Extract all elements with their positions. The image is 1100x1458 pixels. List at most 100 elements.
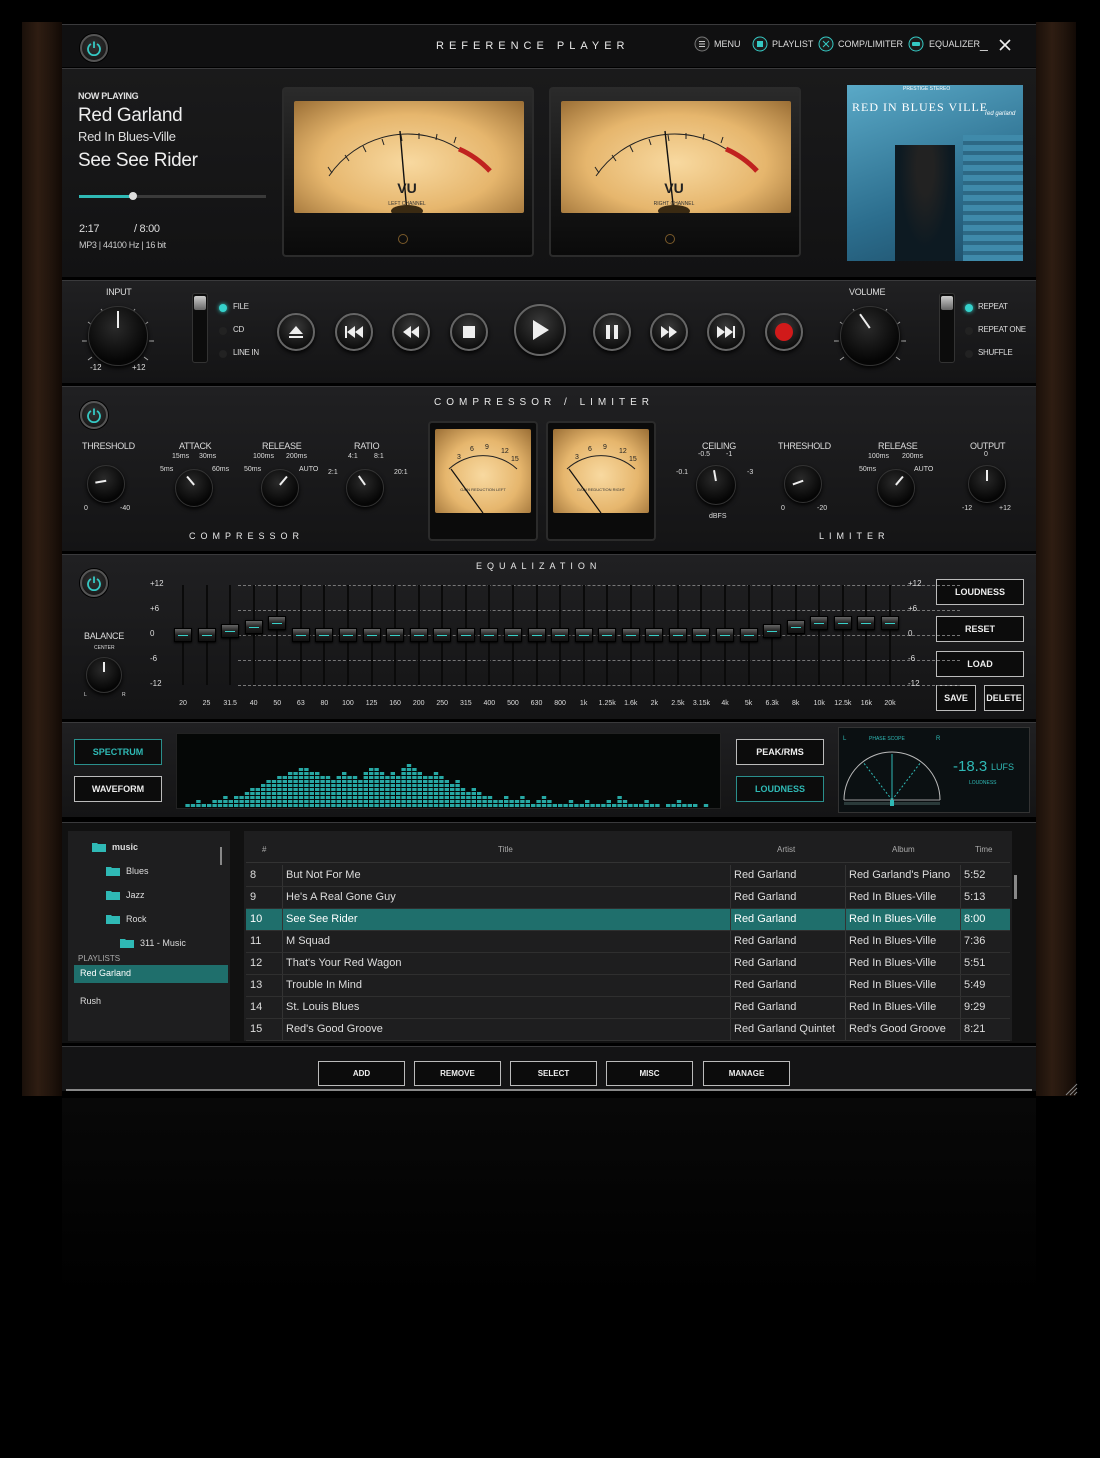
eq-band-slider[interactable]	[174, 628, 192, 642]
loudness-meter-button[interactable]: LOUDNESS	[736, 776, 824, 802]
eq-band-slider[interactable]	[810, 615, 829, 630]
eq-band-slider[interactable]	[763, 623, 782, 638]
eq-band-slider[interactable]	[574, 628, 593, 642]
eq-band-slider[interactable]	[503, 628, 522, 642]
eq-power-button[interactable]	[80, 569, 108, 597]
table-row[interactable]: 8 But Not For Me Red Garland Red Garland's …	[246, 865, 1010, 887]
eq-band-slider[interactable]	[833, 615, 852, 630]
comp-limiter-link[interactable]: COMP/LIMITER	[818, 36, 903, 52]
close-button[interactable]	[999, 38, 1011, 56]
eq-band-slider[interactable]	[786, 619, 805, 634]
rewind-button[interactable]	[392, 313, 430, 351]
folder-311-music[interactable]: 311 - Music	[120, 938, 186, 948]
waveform-button[interactable]: WAVEFORM	[74, 776, 162, 802]
eq-band-slider[interactable]	[315, 628, 334, 642]
input-knob[interactable]	[88, 306, 148, 366]
add-button[interactable]: ADD	[318, 1061, 405, 1086]
eject-button[interactable]	[277, 313, 315, 351]
remove-button[interactable]: REMOVE	[414, 1061, 501, 1086]
playlist-link[interactable]: PLAYLIST	[752, 36, 813, 52]
ceiling-knob[interactable]	[696, 465, 736, 505]
balance-knob[interactable]	[86, 657, 122, 693]
attack-knob[interactable]	[175, 469, 213, 507]
repeat-option[interactable]: REPEAT	[978, 302, 1008, 311]
equalizer-link[interactable]: EQUALIZER	[907, 36, 980, 52]
play-button[interactable]	[514, 304, 566, 356]
eq-band-slider[interactable]	[716, 628, 735, 642]
folder-blues[interactable]: Blues	[106, 866, 149, 876]
misc-button[interactable]: MISC	[606, 1061, 693, 1086]
eq-band-slider[interactable]	[338, 628, 357, 642]
seek-bar[interactable]	[79, 192, 266, 200]
select-button[interactable]: SELECT	[510, 1061, 597, 1086]
eq-band-slider[interactable]	[857, 615, 876, 630]
seek-handle[interactable]	[129, 192, 138, 200]
eq-band-slider[interactable]	[433, 628, 452, 642]
source-cd[interactable]: CD	[233, 325, 244, 334]
table-scrollbar[interactable]	[1014, 875, 1017, 899]
table-row[interactable]: 11 M Squad Red Garland Red In Blues-Ville 7:…	[246, 931, 1010, 953]
table-row[interactable]: 12 That's Your Red Wagon Red Garland Red In…	[246, 953, 1010, 975]
manage-button[interactable]: MANAGE	[703, 1061, 790, 1086]
eq-band-slider[interactable]	[268, 615, 287, 630]
playlist-rush[interactable]: Rush	[80, 996, 101, 1006]
table-row[interactable]: 15 Red's Good Groove Red Garland Quintet Re…	[246, 1019, 1010, 1041]
repeat-one-option[interactable]: REPEAT ONE	[978, 325, 1026, 334]
record-button[interactable]	[765, 313, 803, 351]
table-row[interactable]: 14 St. Louis Blues Red Garland Red In Blues…	[246, 997, 1010, 1019]
playlist-red-garland[interactable]: Red Garland	[74, 965, 228, 983]
table-row[interactable]: 10 See See Rider Red Garland Red In Blues-V…	[246, 909, 1010, 931]
eq-band-slider[interactable]	[739, 628, 758, 642]
next-track-button[interactable]	[707, 313, 745, 351]
source-file[interactable]: FILE	[233, 302, 249, 311]
ratio-knob[interactable]	[346, 469, 384, 507]
load-button[interactable]: LOAD	[936, 651, 1024, 677]
eq-band-slider[interactable]	[692, 628, 711, 642]
eq-band-slider[interactable]	[244, 619, 263, 634]
source-line-in[interactable]: LINE IN	[233, 348, 259, 357]
eq-band-slider[interactable]	[362, 628, 381, 642]
stop-button[interactable]	[450, 313, 488, 351]
menu-link[interactable]: MENU	[694, 36, 741, 52]
folder-rock[interactable]: Rock	[106, 914, 147, 924]
eq-band-slider[interactable]	[456, 628, 475, 642]
eq-band-slider[interactable]	[409, 628, 428, 642]
limiter-release-knob[interactable]	[877, 469, 915, 507]
mode-switch[interactable]	[939, 293, 955, 363]
table-row[interactable]: 13 Trouble In Mind Red Garland Red In Blues…	[246, 975, 1010, 997]
album-art[interactable]: PRESTIGE STEREO RED IN BLUES VILLE red g…	[847, 85, 1023, 261]
eq-band-slider[interactable]	[621, 628, 640, 642]
eq-band-slider[interactable]	[881, 615, 899, 630]
shuffle-option[interactable]: SHUFFLE	[978, 348, 1013, 357]
eq-band-slider[interactable]	[668, 628, 687, 642]
eq-band-slider[interactable]	[197, 628, 216, 642]
tree-scrollbar[interactable]	[220, 847, 222, 865]
eq-band-slider[interactable]	[291, 628, 310, 642]
eq-band-slider[interactable]	[480, 628, 499, 642]
eq-band-slider[interactable]	[645, 628, 664, 642]
comp-threshold-knob[interactable]	[87, 465, 125, 503]
power-button[interactable]	[80, 34, 108, 62]
folder-music[interactable]: music	[92, 842, 138, 852]
eq-band-slider[interactable]	[386, 628, 405, 642]
previous-track-button[interactable]	[335, 313, 373, 351]
reset-button[interactable]: RESET	[936, 616, 1024, 642]
release-knob[interactable]	[261, 469, 299, 507]
delete-button[interactable]: DELETE	[984, 685, 1024, 711]
eq-band-slider[interactable]	[551, 628, 570, 642]
comp-power-button[interactable]	[80, 401, 108, 429]
save-button[interactable]: SAVE	[936, 685, 976, 711]
table-row[interactable]: 9 He's A Real Gone Guy Red Garland Red In B…	[246, 887, 1010, 909]
eq-band-slider[interactable]	[221, 623, 240, 638]
resize-grip-icon[interactable]	[1062, 1080, 1078, 1096]
output-knob[interactable]	[968, 465, 1006, 503]
eq-band-slider[interactable]	[598, 628, 617, 642]
folder-jazz[interactable]: Jazz	[106, 890, 145, 900]
peak-rms-button[interactable]: PEAK/RMS	[736, 739, 824, 765]
minimize-button[interactable]: _	[980, 35, 988, 51]
pause-button[interactable]	[593, 313, 631, 351]
fast-forward-button[interactable]	[650, 313, 688, 351]
loudness-button[interactable]: LOUDNESS	[936, 579, 1024, 605]
source-switch[interactable]	[192, 293, 208, 363]
volume-knob[interactable]	[840, 306, 900, 366]
